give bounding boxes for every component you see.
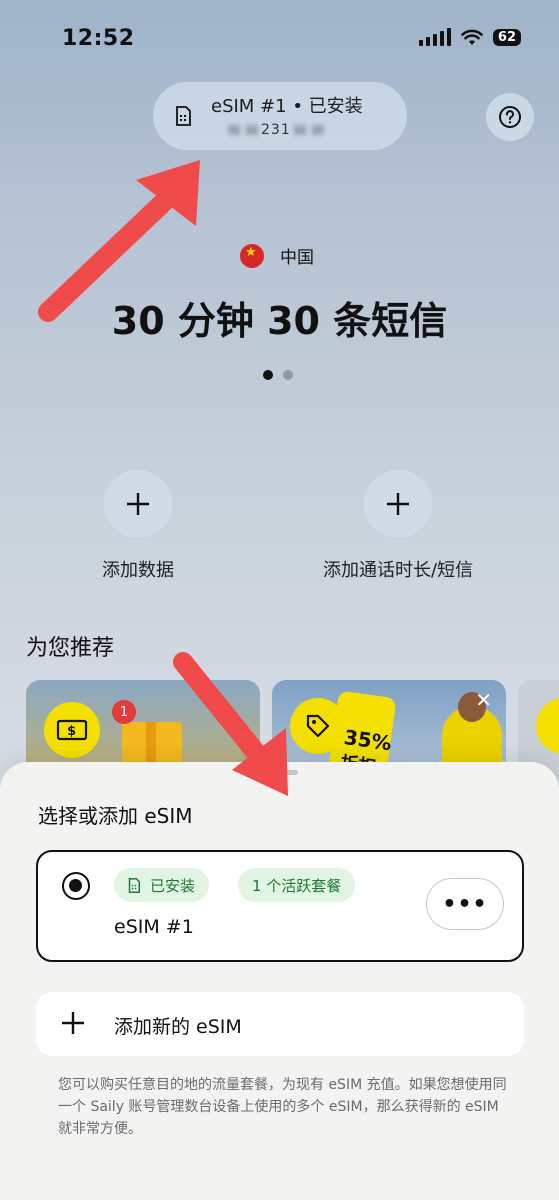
add-calls-sms-action[interactable]: 添加通话时长/短信 <box>323 470 473 582</box>
more-options-button[interactable]: ••• <box>426 878 504 930</box>
esim-option-card[interactable]: 已安装 1 个活跃套餐 eSIM #1 ••• <box>36 850 524 962</box>
plus-icon <box>127 493 149 515</box>
country-name: 中国 <box>280 248 314 268</box>
sim-card-icon <box>128 877 140 893</box>
sheet-grabber[interactable] <box>262 770 298 775</box>
country-label: 中国 <box>240 243 314 268</box>
add-data-action[interactable]: 添加数据 <box>102 470 174 582</box>
recommendations-title: 为您推荐 <box>26 636 115 661</box>
tag-icon <box>290 698 346 754</box>
china-flag-icon <box>240 243 264 268</box>
plus-icon <box>387 493 410 515</box>
question-mark-icon <box>499 106 521 128</box>
sheet-title: 选择或添加 eSIM <box>38 804 193 828</box>
esim-pill-number: 231 <box>225 122 327 138</box>
page-dot-active[interactable] <box>263 370 273 380</box>
notification-badge: 1 <box>112 700 136 724</box>
plan-title: 30 分钟 30 条短信 <box>111 299 448 343</box>
page-dot[interactable] <box>283 370 293 380</box>
esim-radio-selected[interactable] <box>62 872 90 900</box>
wifi-icon <box>461 29 483 45</box>
add-new-esim-button[interactable]: 添加新的 eSIM <box>36 992 524 1056</box>
sim-card-icon <box>176 106 191 126</box>
esim-bottom-sheet: 选择或添加 eSIM 已安装 1 个活跃套餐 eSIM #1 ••• 添加新的 … <box>0 762 559 1200</box>
cash-icon: $ <box>44 702 100 758</box>
plus-icon <box>62 1012 84 1034</box>
add-calls-sms-label: 添加通话时长/短信 <box>323 560 474 581</box>
esim-selector-pill[interactable]: eSIM #1 • 已安装 231 <box>153 82 407 150</box>
sheet-footnote: 您可以购买任意目的地的流量套餐，为现有 eSIM 充值。如果您想使用同一个 Sa… <box>58 1077 507 1137</box>
battery-icon: 62 <box>492 28 521 46</box>
active-plans-tag: 1 个活跃套餐 <box>238 868 356 902</box>
page-indicator[interactable] <box>263 370 293 380</box>
status-time: 12:52 <box>62 26 135 51</box>
add-data-button[interactable] <box>104 470 172 538</box>
esim-pill-title: eSIM #1 • 已安装 <box>211 96 363 117</box>
signal-icon <box>418 28 451 46</box>
partial-icon <box>536 698 559 754</box>
add-new-esim-label: 添加新的 eSIM <box>114 1016 242 1038</box>
installed-tag: 已安装 <box>114 868 210 902</box>
status-icons: 62 <box>418 28 521 46</box>
add-data-label: 添加数据 <box>102 560 174 581</box>
add-calls-sms-button[interactable] <box>364 470 433 538</box>
svg-text:$: $ <box>67 724 76 739</box>
esim-name: eSIM #1 <box>114 916 194 938</box>
help-button[interactable] <box>486 93 534 141</box>
status-bar: 12:52 62 <box>0 0 559 80</box>
close-icon[interactable]: ✕ <box>475 688 492 712</box>
